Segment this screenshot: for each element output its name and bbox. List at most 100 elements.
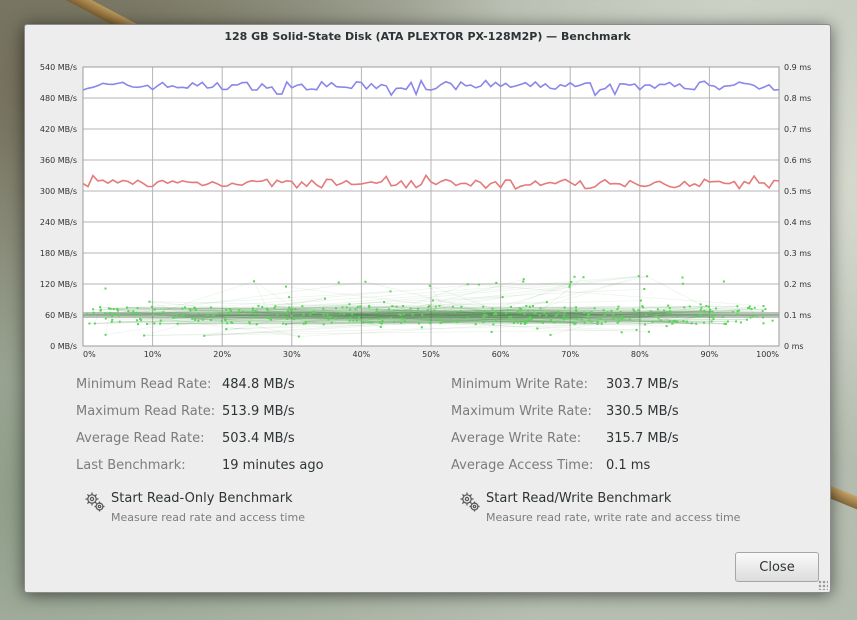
access-time-point — [401, 317, 404, 320]
start-read-only-benchmark-button[interactable]: Start Read-Only Benchmark Measure read r… — [84, 491, 344, 531]
start-read-write-benchmark-button[interactable]: Start Read/Write Benchmark Measure read … — [459, 491, 749, 531]
access-time-point — [224, 319, 227, 322]
access-time-point — [276, 313, 279, 316]
access-time-point — [99, 309, 102, 312]
access-time-point — [194, 309, 197, 312]
access-time-point — [257, 304, 260, 307]
access-time-point — [378, 321, 381, 324]
x-axis-tick: 30% — [283, 350, 301, 359]
access-time-point — [616, 321, 619, 324]
access-time-point — [400, 321, 403, 324]
access-time-point — [699, 309, 702, 311]
access-time-point — [647, 330, 650, 333]
access-time-point — [522, 278, 525, 281]
gears-icon — [460, 492, 480, 512]
access-time-point — [495, 320, 497, 322]
access-time-point — [431, 299, 434, 302]
access-time-point — [600, 322, 603, 325]
access-time-point — [510, 305, 512, 308]
access-time-point — [379, 325, 382, 328]
access-time-point — [735, 320, 738, 323]
x-axis-tick: 0% — [83, 350, 96, 359]
access-time-point — [194, 319, 197, 321]
access-time-point — [586, 317, 589, 319]
stat-label: Average Write Rate: — [451, 431, 582, 446]
access-time-point — [723, 322, 726, 325]
benchmark-graph: 0 MB/s 60 MB/s 120 MB/s 180 MB/s 240 MB/s 300… — [40, 63, 811, 359]
access-time-point — [390, 317, 393, 319]
access-time-point — [588, 319, 591, 322]
access-time-point — [213, 314, 216, 317]
left-axis-tick: 240 MB/s — [40, 218, 77, 227]
access-time-point — [226, 322, 229, 325]
access-time-point — [197, 319, 200, 322]
access-time-point — [669, 310, 672, 313]
access-time-point — [176, 322, 179, 325]
access-time-point — [676, 320, 678, 323]
resize-grip[interactable] — [818, 580, 828, 590]
access-time-point — [762, 305, 765, 307]
stat-value: 513.9 MB/s — [222, 404, 295, 419]
access-time-point — [438, 304, 441, 307]
right-axis-tick: 0 ms — [784, 342, 804, 351]
benchmark-description: Measure read rate and access time — [111, 511, 305, 524]
access-time-point — [345, 306, 348, 309]
access-time-point — [453, 310, 456, 313]
access-time-point — [104, 312, 107, 315]
access-time-point — [736, 313, 739, 316]
access-time-point — [426, 309, 429, 311]
left-axis-tick: 480 MB/s — [40, 94, 77, 103]
access-time-point — [656, 308, 659, 311]
access-time-point — [230, 309, 232, 312]
access-time-point — [527, 309, 530, 312]
stat-value: 315.7 MB/s — [606, 431, 679, 446]
benchmark-description: Measure read rate, write rate and access… — [486, 511, 741, 524]
access-time-point — [194, 307, 197, 310]
access-time-point — [238, 309, 241, 312]
access-time-point — [330, 321, 333, 324]
access-time-point — [762, 316, 764, 319]
access-time-point — [528, 318, 531, 321]
access-time-point — [375, 308, 378, 311]
access-time-point — [510, 315, 513, 318]
access-time-point — [253, 280, 255, 283]
access-time-point — [655, 314, 658, 317]
access-time-point — [747, 307, 750, 309]
access-time-point — [427, 319, 430, 322]
access-time-point — [506, 309, 509, 312]
access-time-point — [485, 314, 488, 317]
access-time-point — [596, 322, 599, 325]
access-time-point — [158, 312, 161, 315]
access-time-point — [538, 314, 541, 317]
stat-value: 484.8 MB/s — [222, 377, 295, 392]
access-time-point — [460, 305, 463, 308]
access-time-point — [203, 334, 206, 337]
close-button[interactable]: Close — [735, 552, 819, 582]
access-time-point — [709, 310, 712, 313]
access-time-point — [402, 305, 405, 307]
access-time-point — [583, 311, 585, 314]
access-time-point — [403, 320, 406, 323]
access-time-point — [671, 322, 674, 325]
gears-icon — [85, 492, 105, 512]
access-time-point — [174, 315, 177, 318]
access-time-point — [667, 304, 670, 307]
access-time-point — [557, 310, 560, 313]
access-time-point — [242, 310, 245, 313]
access-time-point — [417, 322, 420, 325]
left-axis-tick: 300 MB/s — [40, 187, 77, 196]
right-axis-tick: 0.5 ms — [784, 187, 811, 196]
access-time-point — [516, 321, 519, 324]
access-time-point — [111, 315, 114, 317]
access-time-point — [603, 314, 606, 317]
stat-value: 503.4 MB/s — [222, 431, 295, 446]
left-axis-tick: 540 MB/s — [40, 63, 77, 72]
access-time-point — [348, 319, 351, 322]
access-time-point — [220, 320, 223, 322]
access-time-point — [369, 321, 372, 324]
access-time-point — [583, 321, 586, 324]
access-time-point — [563, 318, 566, 321]
access-time-point — [251, 309, 254, 312]
access-time-point — [736, 310, 739, 313]
access-time-point — [356, 305, 359, 308]
